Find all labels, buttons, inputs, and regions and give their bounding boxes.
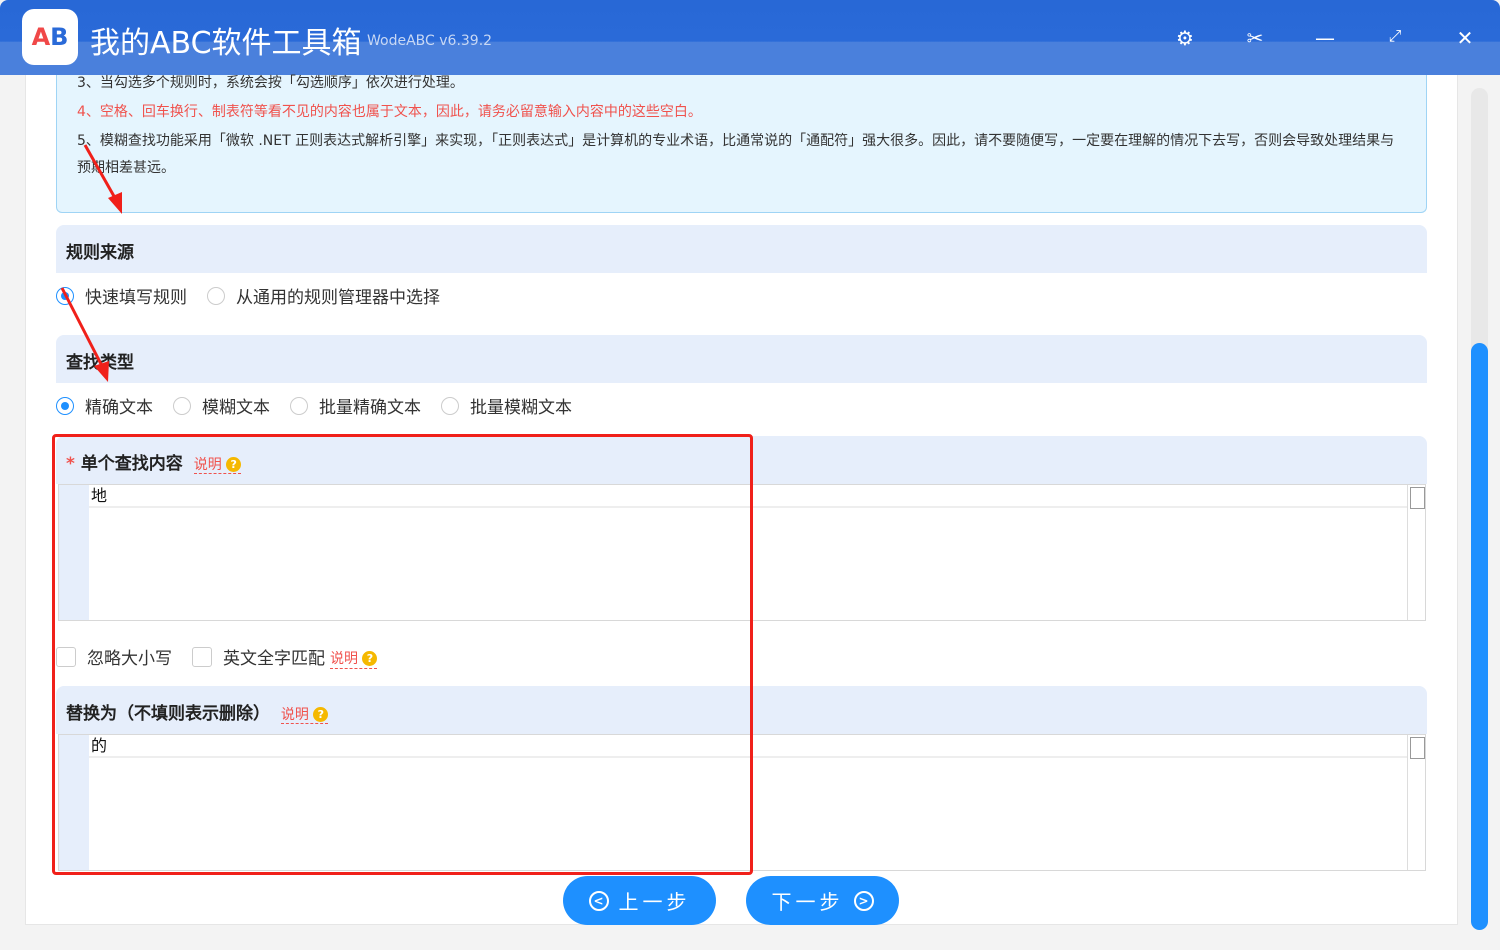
radio-label: 批量模糊文本 [470,393,572,418]
radio-exact-text[interactable]: 精确文本 [56,393,153,418]
radio-batch-exact[interactable]: 批量精确文本 [290,393,421,418]
checkbox-label: 英文全字匹配 [223,644,325,669]
checkbox-label: 忽略大小写 [87,644,172,669]
required-mark: * [66,454,75,474]
info-line-warning: 4、空格、回车换行、制表符等看不见的内容也属于文本，因此，请务必留意输入内容中的… [77,98,1406,127]
find-content-textarea[interactable]: 地 [58,484,1426,621]
rule-source-radios: 快速填写规则 从通用的规则管理器中选择 [56,283,460,308]
prev-step-button[interactable]: < 上一步 [563,876,716,925]
minimize-icon[interactable]: — [1313,26,1337,50]
info-line: 3、当勾选多个规则时，系统会按「勾选顺序」依次进行处理。 [77,69,1406,98]
find-content-header: * 单个查找内容 说明 ? [56,436,1427,484]
radio-label: 批量精确文本 [319,393,421,418]
app-version: WodeABC v6.39.2 [367,33,492,49]
checkbox[interactable] [56,647,76,667]
line-gutter [59,485,89,620]
radio-button[interactable] [173,397,191,415]
textarea-scrollbar[interactable] [1407,735,1425,870]
radio-batch-fuzzy[interactable]: 批量模糊文本 [441,393,572,418]
scrollbar-thumb[interactable] [1471,343,1488,930]
help-link[interactable]: 说明 ? [281,707,328,724]
replace-value[interactable]: 的 [89,736,1407,758]
match-options: 忽略大小写 英文全字匹配说明 ? [56,644,397,669]
radio-label: 快速填写规则 [85,283,187,308]
close-icon[interactable]: ✕ [1453,26,1477,50]
maximize-icon[interactable]: ⤢ [1383,26,1407,46]
radio-button[interactable] [441,397,459,415]
radio-quick-rule[interactable]: 快速填写规则 [56,283,187,308]
help-text: 说明 [194,457,222,473]
next-step-button[interactable]: 下一步 > [746,876,899,925]
radio-label: 模糊文本 [202,393,270,418]
help-link[interactable]: 说明 ? [330,648,377,669]
radio-label: 精确文本 [85,393,153,418]
find-title: 单个查找内容 [81,454,183,474]
radio-button[interactable] [56,287,74,305]
radio-fuzzy-text[interactable]: 模糊文本 [173,393,270,418]
help-text: 说明 [281,707,309,723]
radio-button[interactable] [56,397,74,415]
search-type-header: 查找类型 [56,335,1427,383]
help-link[interactable]: 说明 ? [194,457,241,474]
page-scrollbar[interactable] [1471,88,1488,930]
checkbox-ignore-case[interactable]: 忽略大小写 [56,644,172,669]
settings-gear-icon[interactable]: ⚙ [1173,26,1197,50]
radio-button[interactable] [290,397,308,415]
info-line: 5、模糊查找功能采用「微软 .NET 正则表达式解析引擎」来实现，「正则表达式」… [77,127,1406,182]
replace-title: 替换为（不填则表示删除） [66,704,270,724]
scissors-icon[interactable]: ✂ [1243,26,1267,50]
title-bar: AB 我的ABC软件工具箱 WodeABC v6.39.2 ⚙ ✂ — ⤢ ✕ [0,0,1500,75]
find-value[interactable]: 地 [89,486,1407,508]
radio-label: 从通用的规则管理器中选择 [236,283,440,308]
question-icon: ? [313,707,328,722]
replace-header: 替换为（不填则表示删除） 说明 ? [56,686,1427,734]
info-box: 3、当勾选多个规则时，系统会按「勾选顺序」依次进行处理。 4、空格、回车换行、制… [56,75,1427,213]
button-label: 上一步 [619,886,691,915]
button-label: 下一步 [772,886,844,915]
rule-source-header: 规则来源 [56,225,1427,273]
app-title: 我的ABC软件工具箱 [90,18,362,62]
chevron-right-circle-icon: > [854,891,874,911]
checkbox-whole-word[interactable]: 英文全字匹配说明 ? [192,644,377,669]
search-type-radios: 精确文本 模糊文本 批量精确文本 批量模糊文本 [56,393,592,418]
radio-rule-manager[interactable]: 从通用的规则管理器中选择 [207,283,440,308]
checkbox[interactable] [192,647,212,667]
radio-button[interactable] [207,287,225,305]
app-logo: AB [22,9,78,65]
replace-textarea[interactable]: 的 [58,734,1426,871]
question-icon: ? [226,457,241,472]
line-gutter [59,735,89,870]
chevron-left-circle-icon: < [589,891,609,911]
question-icon: ? [362,651,377,666]
help-text: 说明 [330,651,358,667]
textarea-scrollbar[interactable] [1407,485,1425,620]
